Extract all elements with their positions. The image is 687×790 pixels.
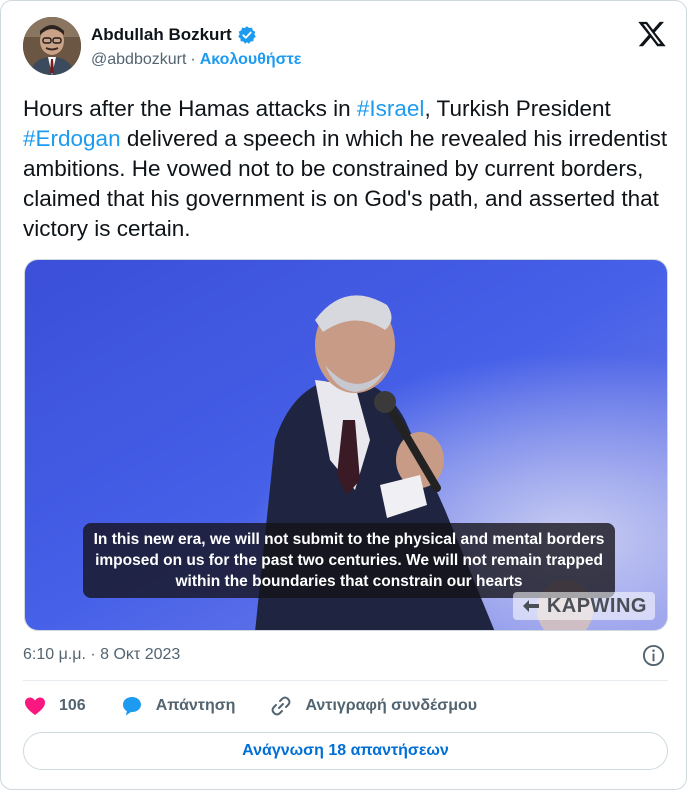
author-handle-row: @abdbozkurt · Ακολουθήστε — [91, 51, 301, 69]
heart-icon — [23, 694, 47, 718]
divider — [23, 680, 668, 681]
action-bar: 106 Απάντηση Αντιγραφή συνδέσμου — [23, 691, 511, 721]
kapwing-watermark: KAPWING — [512, 592, 655, 620]
info-icon[interactable] — [642, 644, 665, 667]
follow-link[interactable]: Ακολουθήστε — [200, 51, 302, 69]
x-logo-icon[interactable] — [637, 19, 667, 49]
like-count: 106 — [59, 697, 86, 714]
avatar[interactable] — [23, 17, 81, 75]
tweet-timestamp[interactable]: 6:10 μ.μ. · 8 Οκτ 2023 — [23, 646, 180, 664]
read-replies-button[interactable]: Ανάγνωση 18 απαντήσεων — [23, 732, 668, 770]
reply-button[interactable]: Απάντηση — [120, 694, 236, 718]
hashtag-israel-link[interactable]: #Israel — [357, 96, 425, 121]
tweet-text-part: , Turkish President — [424, 96, 611, 121]
author-display-name[interactable]: Abdullah Bozkurt — [91, 25, 232, 45]
tweet-video[interactable]: In this new era, we will not submit to t… — [24, 259, 668, 631]
kapwing-logo-icon — [521, 598, 541, 614]
verified-badge-icon — [237, 25, 257, 45]
copy-link-button[interactable]: Αντιγραφή συνδέσμου — [269, 694, 477, 718]
tweet-text: Hours after the Hamas attacks in #Israel… — [23, 94, 673, 244]
hashtag-erdogan-link[interactable]: #Erdogan — [23, 126, 121, 151]
link-icon — [269, 694, 293, 718]
kapwing-watermark-text: KAPWING — [546, 594, 647, 617]
tweet-text-part: Hours after the Hamas attacks in — [23, 96, 357, 121]
author-handle[interactable]: @abdbozkurt — [91, 51, 186, 69]
like-button[interactable]: 106 — [23, 694, 86, 718]
tweet-text-part: delivered a speech in which he revealed … — [23, 126, 668, 241]
tweet-card: Abdullah Bozkurt @abdbozkurt · Ακολουθήσ… — [0, 0, 687, 790]
reply-label: Απάντηση — [155, 697, 236, 714]
author-name-row: Abdullah Bozkurt — [91, 23, 257, 47]
reply-bubble-icon — [120, 694, 144, 718]
separator-dot: · — [190, 51, 196, 68]
copy-link-label: Αντιγραφή συνδέσμου — [305, 697, 478, 714]
video-caption: In this new era, we will not submit to t… — [83, 523, 615, 598]
